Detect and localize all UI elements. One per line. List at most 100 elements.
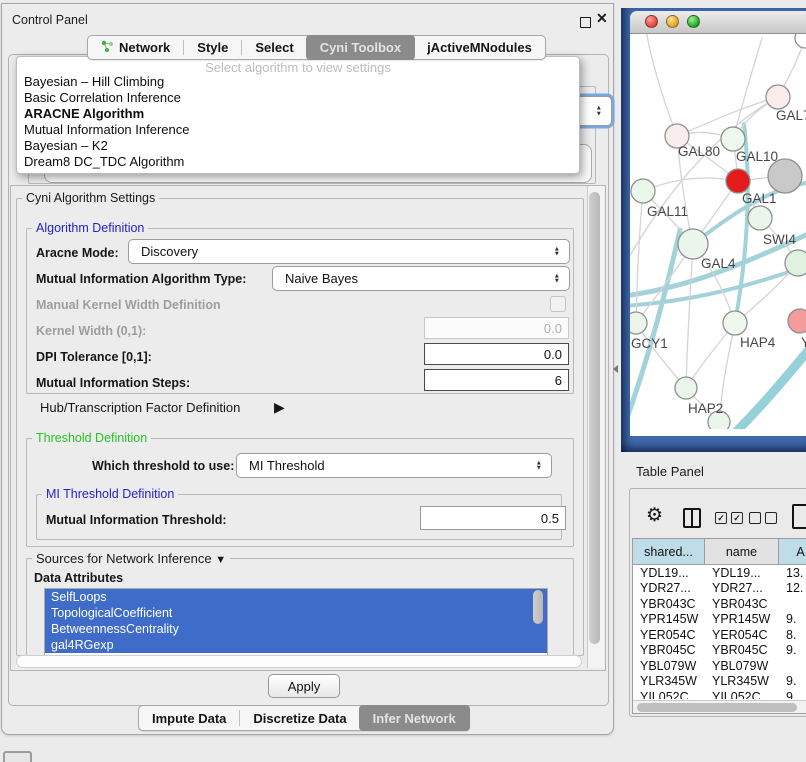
network-edge[interactable] [686,244,693,388]
attribute-item-gal4rgexp[interactable]: gal4RGexp [45,637,547,653]
deselect-all-columns-icon[interactable] [749,512,777,524]
network-node[interactable] [768,159,802,193]
column-header-a[interactable]: A [779,539,806,565]
mi-algorithm-type-combobox[interactable]: Naive Bayes ▲▼ [272,266,570,291]
attribute-item-topologicalcoefficient[interactable]: TopologicalCoefficient [45,605,547,621]
table-row[interactable]: YDL19...YDL19...13. [633,565,806,581]
table-cell: YLR345W [705,674,779,688]
node-attribute-table: shared...nameA YDL19...YDL19...13.YDR27.… [632,538,806,714]
table-row[interactable]: YPR145WYPR145W9. [633,612,806,628]
table-row[interactable]: YBR043CYBR043C [633,596,806,612]
table-cell: YDL19... [633,566,705,580]
which-threshold-label: Which threshold to use: [92,459,234,473]
tab-infer-network[interactable]: Infer Network [359,705,470,731]
table-row[interactable]: YBR045CYBR045C9. [633,643,806,659]
table-settings-gear-icon[interactable]: ⚙ [646,506,663,525]
network-node-hap4[interactable] [723,311,747,335]
network-node-gal10[interactable] [721,127,745,151]
tab-style[interactable]: Style [184,36,241,59]
manual-kernel-width-checkbox[interactable] [550,296,566,312]
settings-horizontal-scrollbar[interactable] [16,655,582,668]
new-table-file-icon[interactable] [792,504,806,529]
close-window-icon[interactable]: ✕ [596,10,608,27]
aracne-mode-label: Aracne Mode: [36,246,119,260]
minimize-traffic-light[interactable] [666,15,679,28]
column-header-name[interactable]: name [705,539,779,565]
network-node-yel[interactable] [788,309,806,333]
table-cell: YDR27... [633,581,705,595]
table-row[interactable]: YLR345WYLR345W9. [633,674,806,690]
network-edge[interactable] [733,38,762,139]
tab-label: Select [255,40,293,55]
algorithm-option-mutual-information-inference[interactable]: Mutual Information Inference [22,122,574,138]
mi-steps-field[interactable]: 6 [424,369,569,391]
network-node-gcy1[interactable] [630,312,647,334]
network-node[interactable] [785,250,806,276]
tab-impute-data[interactable]: Impute Data [139,706,239,730]
network-edge[interactable] [636,323,686,388]
which-threshold-combobox[interactable]: MI Threshold ▲▼ [236,453,552,478]
tab-label: Style [197,40,228,55]
attribute-item-selfloops[interactable]: SelfLoops [45,589,547,605]
hub-expand-arrow-icon[interactable]: ▶ [274,399,285,416]
mi-threshold-field[interactable]: 0.5 [420,506,566,530]
network-window-titlebar[interactable] [630,11,806,34]
table-row[interactable]: YIL052CYIL052C9. [633,689,806,699]
algorithm-option-bayesian-hill-climbing[interactable]: Bayesian – Hill Climbing [22,74,574,90]
algorithm-option-aracne-algorithm[interactable]: ARACNE Algorithm [22,106,574,122]
network-node[interactable] [795,34,806,48]
select-all-columns-icon[interactable]: ✓ ✓ [715,512,743,524]
minimized-panel-icon[interactable] [3,751,32,762]
apply-button[interactable]: Apply [268,674,340,698]
algorithm-option-bayesian-k2[interactable]: Bayesian – K2 [22,138,574,154]
network-node-hap2[interactable] [675,377,697,399]
combo-arrows-icon: ▲▼ [554,273,560,284]
table-row[interactable]: YDR27...YDR27...12. [633,581,806,597]
dpi-tolerance-value: 0.0 [544,347,562,362]
dpi-tolerance-field[interactable]: 0.0 [424,343,569,365]
network-node-label: GAL4 [701,256,736,271]
table-row[interactable]: YER054CYER054C8. [633,627,806,643]
table-cell: YBR045C [633,643,705,657]
data-attributes-list[interactable]: SelfLoopsTopologicalCoefficientBetweenne… [44,588,548,656]
close-traffic-light[interactable] [645,15,658,28]
network-node-gal11[interactable] [631,179,655,203]
tab-jactivemnodules[interactable]: jActiveMNodules [414,36,545,59]
table-row[interactable]: YBL079WYBL079W [633,658,806,674]
column-layout-icon[interactable] [683,508,701,528]
attributes-list-scrollbar[interactable] [533,590,543,624]
network-edge[interactable] [643,178,738,191]
settings-vertical-scrollbar-thumb[interactable] [589,192,600,644]
table-horizontal-scrollbar-thumb[interactable] [637,703,797,712]
algorithm-option-dream8-dc-tdc-algorithm[interactable]: Dream8 DC_TDC Algorithm [22,154,574,170]
attribute-item-betweennesscentrality[interactable]: BetweennessCentrality [45,621,547,637]
screen: Control Panel ✕ NetworkStyleSelectCyni T… [0,0,806,762]
aracne-mode-combobox[interactable]: Discovery ▲▼ [128,239,570,264]
network-edge[interactable] [730,346,806,429]
column-header-shared[interactable]: shared... [633,539,705,565]
tab-discretize-data[interactable]: Discretize Data [240,706,359,730]
zoom-traffic-light[interactable] [687,15,700,28]
float-window-icon[interactable] [580,17,591,28]
tab-cyni-toolbox[interactable]: Cyni Toolbox [306,35,415,60]
panel-splitter-arrow-icon[interactable] [613,365,618,373]
network-canvas[interactable]: GAL7GAL80GAL10GAL1GAL11SWI4GAL4GCY1HAP4Y… [630,34,806,429]
tab-label: Infer Network [373,711,456,726]
tab-network[interactable]: Network [88,36,183,59]
checked-box-icon: ✓ [715,512,727,524]
network-edge[interactable] [646,34,677,136]
kernel-width-field[interactable]: 0.0 [424,317,569,339]
network-node-swi4[interactable] [748,206,772,230]
table-horizontal-scrollbar-track[interactable] [633,700,806,714]
network-node-label: YEL [801,335,806,350]
algorithm-dropdown-list: Bayesian – Hill ClimbingBasic Correlatio… [22,74,574,170]
network-node-gal4[interactable] [678,229,708,259]
network-node-gal1[interactable] [726,169,750,193]
tab-select[interactable]: Select [242,36,306,59]
collapse-arrow-icon[interactable]: ▼ [215,554,226,566]
table-cell: 13. [779,566,806,580]
table-cell: YBR043C [705,597,779,611]
network-node-gal7[interactable] [766,85,790,109]
algorithm-option-basic-correlation-inference[interactable]: Basic Correlation Inference [22,90,574,106]
algorithm-dropdown-placeholder: Select algorithm to view settings [17,60,579,75]
